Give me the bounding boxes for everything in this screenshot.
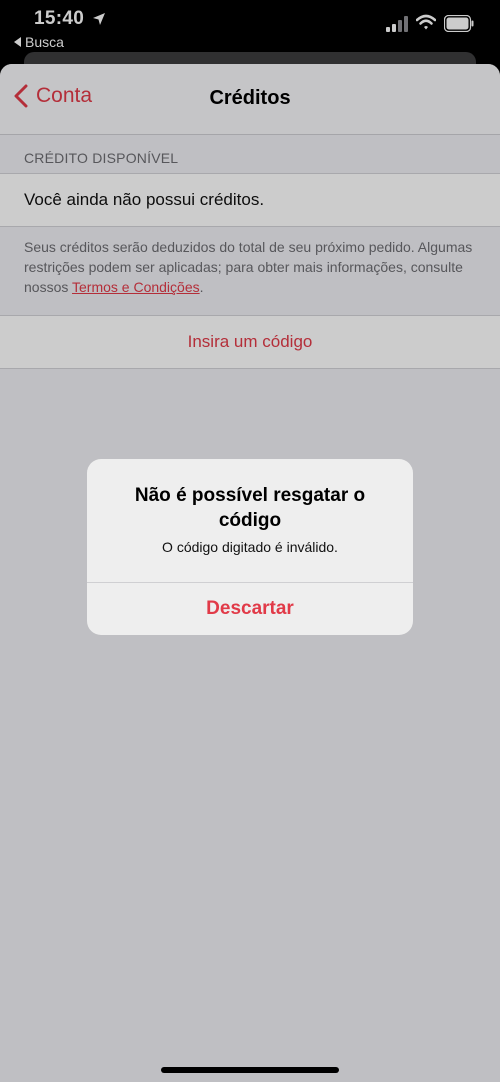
dismiss-button[interactable]: Descartar: [87, 582, 413, 635]
alert-message: O código digitado é inválido.: [162, 539, 338, 555]
alert-dialog: Não é possível resgatar o código O códig…: [87, 459, 413, 635]
home-indicator[interactable]: [161, 1067, 339, 1073]
alert-title: Não é possível resgatar o código: [134, 485, 366, 531]
